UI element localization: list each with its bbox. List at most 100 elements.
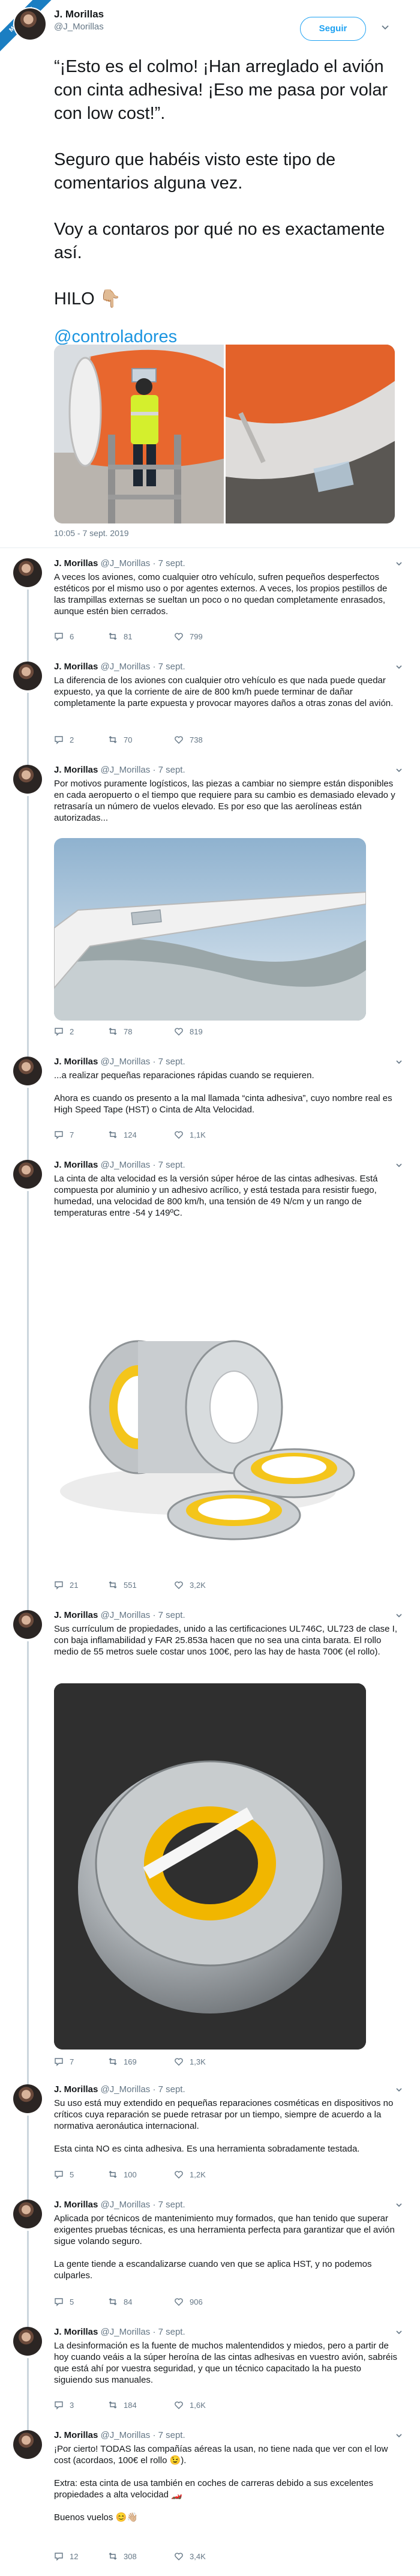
- retweet-action[interactable]: 84: [108, 2297, 132, 2306]
- reply-icon[interactable]: [54, 1027, 64, 1036]
- author-handle[interactable]: @J_Morillas · 7 sept.: [101, 662, 185, 672]
- like-action[interactable]: 738: [174, 735, 203, 744]
- reply-icon[interactable]: [54, 2551, 64, 2561]
- reply-icon[interactable]: [54, 2400, 64, 2410]
- avatar[interactable]: [13, 1610, 42, 1639]
- avatar[interactable]: [13, 765, 42, 794]
- retweet-action[interactable]: 70: [108, 735, 132, 744]
- reply-tweet[interactable]: J. Morillas @J_Morillas · 7 sept. La des…: [0, 2322, 420, 2425]
- reply-action[interactable]: 7: [54, 2057, 74, 2066]
- reply-tweet[interactable]: J. Morillas @J_Morillas · 7 sept. Sus cu…: [0, 1605, 420, 2080]
- reply-icon[interactable]: [54, 2057, 64, 2066]
- reply-tweet[interactable]: J. Morillas @J_Morillas · 7 sept. ...a r…: [0, 1052, 420, 1155]
- avatar[interactable]: [13, 2430, 42, 2459]
- like-action[interactable]: 819: [174, 1027, 203, 1036]
- like-icon[interactable]: [174, 2400, 184, 2410]
- avatar[interactable]: [13, 1057, 42, 1085]
- author-name[interactable]: J. Morillas: [54, 662, 98, 672]
- retweet-icon[interactable]: [108, 1027, 118, 1036]
- author-handle[interactable]: @J_Morillas · 7 sept.: [101, 1160, 185, 1170]
- retweet-icon[interactable]: [108, 1130, 118, 1139]
- reply-tweet[interactable]: J. Morillas @J_Morillas · 7 sept. Su uso…: [0, 2080, 420, 2195]
- like-action[interactable]: 1,6K: [174, 2400, 206, 2410]
- like-icon[interactable]: [174, 1130, 184, 1139]
- retweet-icon[interactable]: [108, 2400, 118, 2410]
- reply-tweet[interactable]: J. Morillas @J_Morillas · 7 sept. A vece…: [0, 554, 420, 657]
- photo-3m-tape[interactable]: [54, 1683, 366, 2050]
- reply-icon[interactable]: [54, 1580, 64, 1590]
- chevron-down-icon[interactable]: [396, 2202, 402, 2208]
- author-handle[interactable]: @J_Morillas · 7 sept.: [101, 1057, 185, 1067]
- author-name[interactable]: J. Morillas: [54, 765, 98, 775]
- photo-tape-rolls[interactable]: [54, 1233, 366, 1574]
- author-name[interactable]: J. Morillas: [54, 1610, 98, 1620]
- photo-tape-closeup[interactable]: [225, 345, 395, 523]
- retweet-action[interactable]: 100: [108, 2170, 137, 2179]
- like-action[interactable]: 1,3K: [174, 2057, 206, 2066]
- author-handle[interactable]: @J_Morillas · 7 sept.: [101, 765, 185, 775]
- avatar[interactable]: [13, 2084, 42, 2113]
- author-name[interactable]: J. Morillas: [54, 1160, 98, 1170]
- author-name[interactable]: J. Morillas: [54, 558, 98, 569]
- reply-icon[interactable]: [54, 735, 64, 744]
- retweet-icon[interactable]: [108, 1580, 118, 1590]
- like-icon[interactable]: [174, 2551, 184, 2561]
- chevron-down-icon[interactable]: [396, 767, 402, 773]
- reply-action[interactable]: 7: [54, 1130, 74, 1139]
- chevron-down-icon[interactable]: [396, 2329, 402, 2335]
- like-action[interactable]: 1,1K: [174, 1130, 206, 1139]
- author-name[interactable]: J. Morillas: [54, 2200, 98, 2210]
- author-name[interactable]: J. Morillas: [54, 8, 104, 20]
- like-action[interactable]: 799: [174, 632, 203, 641]
- main-photo-grid[interactable]: [54, 345, 395, 523]
- avatar[interactable]: [13, 558, 42, 587]
- author-handle[interactable]: @J_Morillas · 7 sept.: [101, 2430, 185, 2440]
- avatar[interactable]: [13, 2200, 42, 2228]
- like-action[interactable]: 906: [174, 2297, 203, 2306]
- avatar[interactable]: [13, 7, 47, 41]
- reply-action[interactable]: 3: [54, 2400, 74, 2410]
- reply-tweet[interactable]: J. Morillas @J_Morillas · 7 sept. Por mo…: [0, 760, 420, 1052]
- author-handle[interactable]: @J_Morillas · 7 sept.: [101, 558, 185, 569]
- photo-wing-tape[interactable]: [54, 838, 366, 1021]
- like-icon[interactable]: [174, 1027, 184, 1036]
- reply-tweet[interactable]: J. Morillas @J_Morillas · 7 sept. La dif…: [0, 657, 420, 760]
- reply-tweet[interactable]: J. Morillas @J_Morillas · 7 sept. ¡Por c…: [0, 2425, 420, 2569]
- reply-icon[interactable]: [54, 1130, 64, 1139]
- reply-action[interactable]: 5: [54, 2297, 74, 2306]
- reply-action[interactable]: 5: [54, 2170, 74, 2179]
- reply-tweet[interactable]: J. Morillas @J_Morillas · 7 sept. Aplica…: [0, 2195, 420, 2322]
- chevron-down-icon[interactable]: [396, 1059, 402, 1065]
- retweet-action[interactable]: 169: [108, 2057, 137, 2066]
- retweet-icon[interactable]: [108, 735, 118, 744]
- avatar[interactable]: [13, 1160, 42, 1189]
- like-action[interactable]: 1,2K: [174, 2170, 206, 2179]
- like-icon[interactable]: [174, 632, 184, 641]
- retweet-action[interactable]: 551: [108, 1580, 137, 1590]
- retweet-action[interactable]: 78: [108, 1027, 132, 1036]
- avatar[interactable]: [13, 662, 42, 690]
- like-icon[interactable]: [174, 2297, 184, 2306]
- like-icon[interactable]: [174, 2170, 184, 2179]
- author-handle[interactable]: @J_Morillas: [54, 22, 104, 32]
- reply-action[interactable]: 21: [54, 1580, 78, 1590]
- chevron-down-icon[interactable]: [396, 1612, 402, 1618]
- reply-tweet[interactable]: J. Morillas @J_Morillas · 7 sept. La cin…: [0, 1155, 420, 1605]
- reply-icon[interactable]: [54, 632, 64, 641]
- reply-action[interactable]: 6: [54, 632, 74, 641]
- author-handle[interactable]: @J_Morillas · 7 sept.: [101, 2327, 185, 2337]
- like-icon[interactable]: [174, 735, 184, 744]
- like-action[interactable]: 3,4K: [174, 2551, 206, 2561]
- retweet-icon[interactable]: [108, 2551, 118, 2561]
- timestamp[interactable]: 10:05 - 7 sept. 2019: [54, 528, 129, 538]
- reply-action[interactable]: 2: [54, 735, 74, 744]
- author-name[interactable]: J. Morillas: [54, 2084, 98, 2095]
- chevron-down-icon[interactable]: [396, 1162, 402, 1168]
- retweet-icon[interactable]: [108, 2170, 118, 2179]
- author-name[interactable]: J. Morillas: [54, 2430, 98, 2440]
- retweet-action[interactable]: 308: [108, 2551, 137, 2561]
- retweet-icon[interactable]: [108, 2297, 118, 2306]
- like-icon[interactable]: [174, 2057, 184, 2066]
- author-handle[interactable]: @J_Morillas · 7 sept.: [101, 2084, 185, 2095]
- reply-action[interactable]: 12: [54, 2551, 78, 2561]
